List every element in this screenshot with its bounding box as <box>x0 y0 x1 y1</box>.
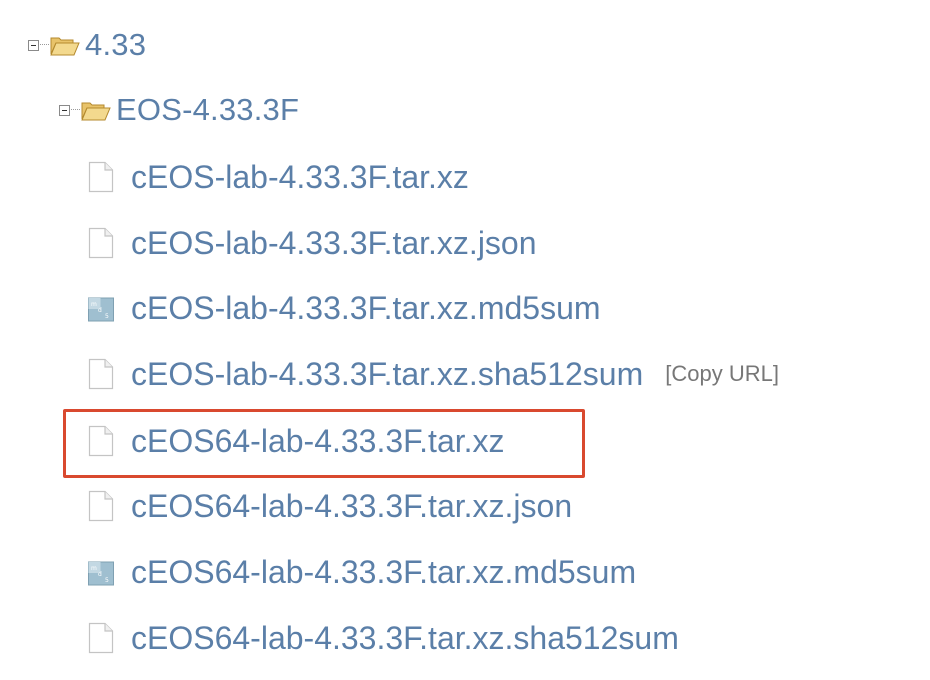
open-folder-icon <box>50 37 80 56</box>
svg-text:d: d <box>98 307 102 314</box>
document-icon <box>88 622 114 654</box>
file-item: cEOS-lab-4.33.3F.tar.xz.json <box>88 218 537 268</box>
file-link[interactable]: cEOS64-lab-4.33.3F.tar.xz.md5sum <box>131 554 636 591</box>
file-link[interactable]: cEOS-lab-4.33.3F.tar.xz.json <box>131 225 537 262</box>
document-icon <box>88 161 114 193</box>
document-icon <box>88 358 114 390</box>
file-item: cEOS64-lab-4.33.3F.tar.xz.json <box>88 481 572 531</box>
file-item: cEOS64-lab-4.33.3F.tar.xz.sha512sum <box>88 613 679 663</box>
document-icon <box>88 490 114 522</box>
file-link[interactable]: cEOS64-lab-4.33.3F.tar.xz <box>131 423 505 460</box>
collapse-toggle-icon[interactable] <box>28 39 39 51</box>
file-item: m d 5 cEOS64-lab-4.33.3F.tar.xz.md5sum <box>88 547 636 597</box>
tree-node-eos-4-33-3f[interactable]: EOS-4.33.3F <box>59 85 299 135</box>
tree-node-4-33[interactable]: 4.33 <box>28 20 146 70</box>
copy-url-link[interactable]: [Copy URL] <box>665 361 779 387</box>
document-icon <box>88 425 114 457</box>
file-link[interactable]: cEOS-lab-4.33.3F.tar.xz.md5sum <box>131 290 601 327</box>
file-item: m d 5 cEOS-lab-4.33.3F.tar.xz.md5sum <box>88 283 601 333</box>
file-link[interactable]: cEOS-lab-4.33.3F.tar.xz.sha512sum <box>131 356 643 393</box>
file-link[interactable]: cEOS-lab-4.33.3F.tar.xz <box>131 159 469 196</box>
collapse-toggle-icon[interactable] <box>59 104 70 116</box>
file-tree: 4.33 EOS-4.33.3F cEOS-lab-4.33.3F.tar.xz… <box>0 0 930 680</box>
file-link[interactable]: cEOS64-lab-4.33.3F.tar.xz.sha512sum <box>131 620 679 657</box>
svg-text:d: d <box>98 571 102 578</box>
open-folder-icon <box>81 102 111 121</box>
file-item: cEOS-lab-4.33.3F.tar.xz <box>88 152 469 202</box>
folder-label[interactable]: EOS-4.33.3F <box>116 92 299 128</box>
md5-file-icon: m d 5 <box>88 561 114 586</box>
svg-text:5: 5 <box>105 577 109 584</box>
file-item: cEOS-lab-4.33.3F.tar.xz.sha512sum [Copy … <box>88 349 779 399</box>
svg-text:m: m <box>91 301 97 308</box>
svg-text:5: 5 <box>105 313 109 320</box>
file-item-highlighted: cEOS64-lab-4.33.3F.tar.xz <box>88 416 505 466</box>
tree-connector <box>40 44 49 46</box>
folder-label[interactable]: 4.33 <box>85 27 146 63</box>
document-icon <box>88 227 114 259</box>
svg-text:m: m <box>91 565 97 572</box>
file-link[interactable]: cEOS64-lab-4.33.3F.tar.xz.json <box>131 488 572 525</box>
md5-file-icon: m d 5 <box>88 297 114 322</box>
tree-connector <box>71 109 80 111</box>
